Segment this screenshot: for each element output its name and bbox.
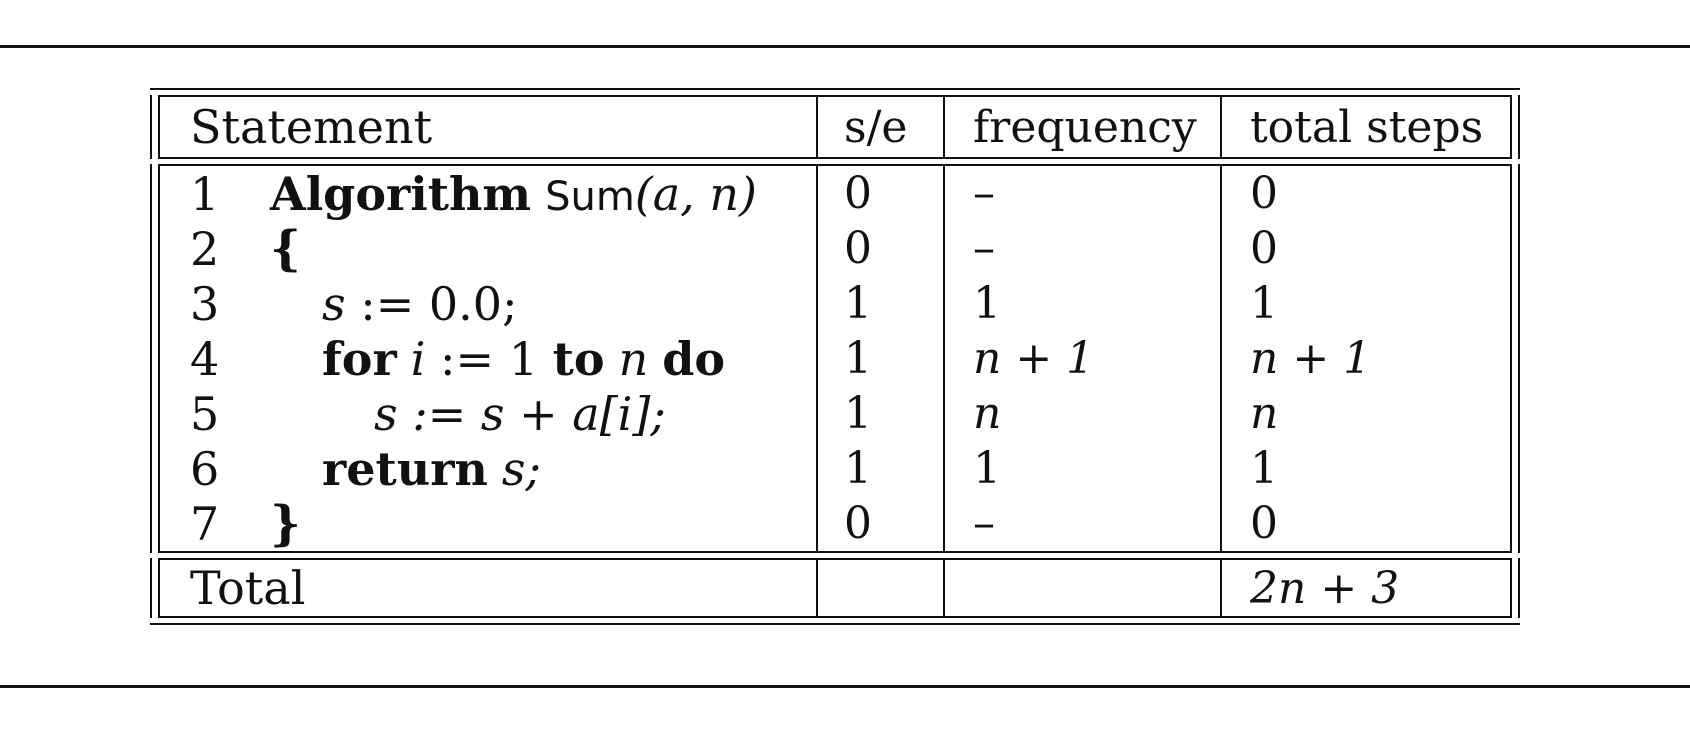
line-number: 3: [190, 276, 220, 331]
frequency-cell: –: [943, 221, 1220, 276]
loop-end: n: [618, 331, 649, 386]
statement-cell: 4 for i := 1 to n do: [160, 331, 816, 386]
line-number: 4: [190, 331, 220, 386]
keyword-do: do: [662, 331, 726, 386]
header-statement: Statement: [190, 100, 433, 154]
statement-cell: 2 {: [160, 220, 816, 277]
table-footer: Total 2n + 3: [150, 558, 1520, 618]
se-cell: 1: [816, 441, 943, 496]
top-rule: [0, 45, 1690, 48]
table-row: 1 Algorithm Sum(a, n) 0 – 0: [160, 166, 1510, 221]
line-number: 5: [190, 386, 220, 441]
statement-code: return s;: [270, 442, 541, 496]
open-brace: {: [270, 220, 301, 277]
table-body: 1 Algorithm Sum(a, n) 0 – 0 2 { 0 – 0 3 …: [150, 164, 1520, 553]
total-cell: n: [1220, 386, 1510, 441]
keyword-to: to: [552, 331, 605, 386]
se-cell: 1: [816, 276, 943, 331]
frequency-cell: n: [943, 386, 1220, 441]
frequency-cell: 1: [943, 276, 1220, 331]
total-cell: 1: [1220, 441, 1510, 496]
statement-cell: 3 s := 0.0;: [160, 276, 816, 331]
header-frequency: frequency: [943, 97, 1220, 157]
close-brace: }: [270, 495, 301, 552]
total-cell: n + 1: [1220, 331, 1510, 386]
frequency-cell: –: [943, 166, 1220, 221]
loop-start: := 1: [425, 331, 553, 386]
line-number: 7: [190, 496, 220, 551]
statement-code: for i := 1 to n do: [270, 332, 725, 386]
statement-code: s := 0.0;: [270, 277, 518, 331]
total-se-cell: [816, 560, 943, 616]
se-cell: 0: [816, 221, 943, 276]
header-total-steps: total steps: [1220, 97, 1510, 157]
se-cell: 1: [816, 331, 943, 386]
step-count-table: Statement s/e frequency total steps 1 Al…: [150, 88, 1520, 625]
table-row: 7 } 0 – 0: [160, 495, 1510, 552]
table-row: 4 for i := 1 to n do 1 n + 1 n + 1: [160, 331, 1510, 386]
total-cell: 0: [1220, 221, 1510, 276]
total-label: Total: [190, 561, 306, 615]
keyword-return: return: [322, 441, 488, 496]
statement-cell: 7 }: [160, 495, 816, 552]
table-bottom-border: [150, 623, 1520, 625]
table-row: 2 { 0 – 0: [160, 220, 1510, 277]
total-steps-value: 2n + 3: [1220, 560, 1510, 616]
function-args: (a, n): [634, 166, 757, 221]
statement-code: Algorithm Sum(a, n): [270, 167, 757, 221]
header-row: Statement s/e frequency total steps: [160, 97, 1510, 157]
header-se: s/e: [816, 97, 943, 157]
statement-cell: 1 Algorithm Sum(a, n): [160, 166, 816, 221]
assignment: := 0.0;: [345, 276, 518, 331]
variable: s: [322, 276, 346, 331]
total-row: Total 2n + 3: [160, 560, 1510, 616]
bottom-rule: [0, 685, 1690, 688]
statement-cell: 6 return s;: [160, 441, 816, 496]
keyword: Algorithm: [270, 166, 532, 221]
function-name: Sum: [545, 173, 635, 220]
se-cell: 1: [816, 386, 943, 441]
loop-variable: i: [410, 331, 426, 386]
table-row: 3 s := 0.0; 1 1 1: [160, 276, 1510, 331]
frequency-cell: n + 1: [943, 331, 1220, 386]
keyword-for: for: [322, 331, 397, 386]
line-number: 1: [190, 166, 220, 221]
table-header: Statement s/e frequency total steps: [150, 95, 1520, 159]
return-value: s;: [501, 441, 541, 496]
statement-cell: 5 s := s + a[i];: [160, 386, 816, 441]
frequency-cell: 1: [943, 441, 1220, 496]
total-frequency-cell: [943, 560, 1220, 616]
statement-code: s := s + a[i];: [374, 386, 666, 441]
line-number: 6: [190, 441, 220, 496]
total-cell: 1: [1220, 276, 1510, 331]
total-cell: 0: [1220, 496, 1510, 551]
table-row: 6 return s; 1 1 1: [160, 441, 1510, 496]
frequency-cell: –: [943, 496, 1220, 551]
se-cell: 0: [816, 166, 943, 221]
total-cell: 0: [1220, 166, 1510, 221]
line-number: 2: [190, 221, 220, 276]
table-row: 5 s := s + a[i]; 1 n n: [160, 386, 1510, 441]
se-cell: 0: [816, 496, 943, 551]
